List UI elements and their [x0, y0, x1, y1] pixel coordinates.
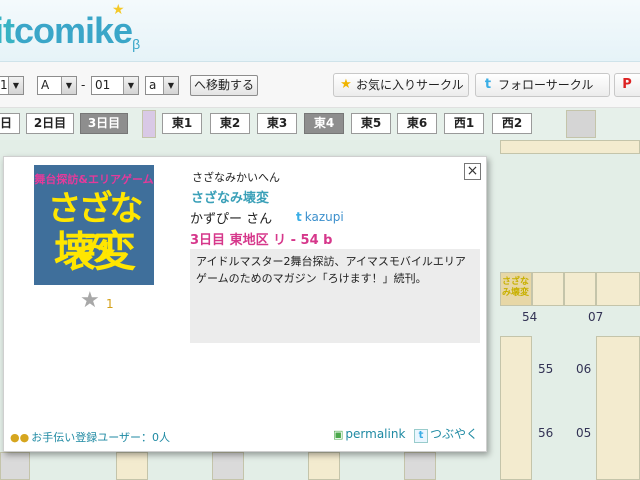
- map-cell-number: 54: [522, 310, 538, 324]
- map-cell[interactable]: [404, 452, 436, 480]
- map-cell-row[interactable]: [500, 140, 640, 154]
- tweet-button[interactable]: t つぶやく: [414, 425, 478, 443]
- map-cell-column[interactable]: [596, 336, 640, 480]
- logo-star-icon: ★: [112, 2, 125, 18]
- tab-day-2[interactable]: 2日目: [26, 113, 74, 134]
- separator: -: [81, 78, 86, 92]
- number-select[interactable]: 01 ▼: [91, 76, 139, 95]
- tab-day-1[interactable]: 日: [0, 113, 20, 134]
- helper-users-link[interactable]: ●● お手伝い登録ユーザー：0人: [10, 429, 170, 445]
- pdf-icon: P: [622, 77, 632, 92]
- chevron-down-icon: ▼: [163, 77, 178, 94]
- map-cell-highlighted[interactable]: さざなみ壊変: [500, 272, 532, 306]
- map-cell[interactable]: [308, 452, 340, 480]
- map-cell[interactable]: [212, 452, 244, 480]
- permalink-link[interactable]: ▣ permalink: [333, 427, 405, 441]
- map-cell-number: 07: [588, 310, 604, 324]
- favorite-rating[interactable]: ★ 1: [80, 288, 130, 313]
- close-icon[interactable]: ×: [464, 163, 481, 180]
- map-cell-number: 06: [576, 362, 592, 376]
- tab-east-6[interactable]: 東6: [397, 113, 437, 134]
- map-cell-column[interactable]: [500, 336, 532, 480]
- circle-description: アイドルマスター2舞台探訪、アイマスモバイルエリアゲームのためのマガジン「ろけま…: [190, 249, 480, 343]
- map-cell[interactable]: [116, 452, 148, 480]
- map-cell[interactable]: [596, 272, 640, 306]
- sub-select[interactable]: a ▼: [145, 76, 179, 95]
- tab-east-2[interactable]: 東2: [210, 113, 250, 134]
- twitter-icon: t: [414, 429, 428, 443]
- map-cell-number: 56: [538, 426, 554, 440]
- favorite-count: 1: [106, 297, 114, 311]
- circle-location: 3日目 東地区 リ - 54 b: [190, 233, 333, 248]
- circle-name-ruby: さざなみかいへん: [192, 171, 280, 184]
- circle-cut-image: 舞台探訪&エリアゲーム さざなみ 壊変: [34, 165, 154, 285]
- map-cell-number: 05: [576, 426, 592, 440]
- day-select[interactable]: 1 ▼: [0, 76, 24, 95]
- star-icon: ★: [80, 288, 100, 313]
- mini-cut-text: さざなみ壊変: [502, 277, 530, 298]
- circle-name: さざなみ壊変: [191, 191, 270, 206]
- twitter-link[interactable]: t kazupi: [296, 210, 344, 224]
- pdf-button[interactable]: P: [614, 73, 640, 97]
- tab-east-3[interactable]: 東3: [257, 113, 297, 134]
- site-header: itcomikeβ ★: [0, 0, 640, 62]
- chevron-down-icon: ▼: [8, 77, 23, 94]
- chevron-down-icon: ▼: [61, 77, 76, 94]
- map-cell[interactable]: [532, 272, 564, 306]
- hall-tabs: 日 2日目 3日目 東1 東2 東3 東4 東5 東6 西1 西2: [0, 108, 640, 140]
- tab-east-1[interactable]: 東1: [162, 113, 202, 134]
- logo-text-it: it: [0, 10, 15, 51]
- cut-top-text: 舞台探訪&エリアゲーム: [34, 173, 154, 186]
- star-icon: ★: [340, 77, 352, 92]
- twitter-icon: t: [296, 210, 302, 224]
- favorite-circles-button[interactable]: ★ お気に入りサークル: [333, 73, 469, 97]
- map-cell-number: 55: [538, 362, 554, 376]
- tab-east-5[interactable]: 東5: [351, 113, 391, 134]
- twitter-icon: t: [484, 77, 492, 92]
- mini-cut[interactable]: [142, 110, 156, 138]
- tab-west-2[interactable]: 西2: [492, 113, 532, 134]
- tab-west-1[interactable]: 西1: [444, 113, 484, 134]
- cut-title-line2: 壊変: [53, 227, 136, 276]
- logo-beta: β: [132, 36, 140, 52]
- chevron-down-icon: ▼: [123, 77, 138, 94]
- tab-east-4[interactable]: 東4: [304, 113, 344, 134]
- mini-cut[interactable]: [566, 110, 596, 138]
- map-cell[interactable]: [564, 272, 596, 306]
- navigation-toolbar: 1 ▼ A ▼ - 01 ▼ a ▼ へ移動する ★ お気に入りサークル t フォローサ…: [0, 62, 640, 108]
- link-icon: ▣: [333, 428, 344, 441]
- users-icon: ●●: [10, 431, 30, 444]
- map-cell[interactable]: [0, 452, 30, 480]
- circle-detail-popup: × 舞台探訪&エリアゲーム さざなみ 壊変 ★ 1 さざなみかいへん さざなみ壊…: [3, 156, 487, 452]
- circle-author: かずぴー さん: [190, 212, 273, 227]
- move-button[interactable]: へ移動する: [190, 75, 258, 96]
- block-select[interactable]: A ▼: [37, 76, 77, 95]
- tab-day-3[interactable]: 3日目: [80, 113, 128, 134]
- follow-circles-button[interactable]: t フォローサークル: [475, 73, 610, 97]
